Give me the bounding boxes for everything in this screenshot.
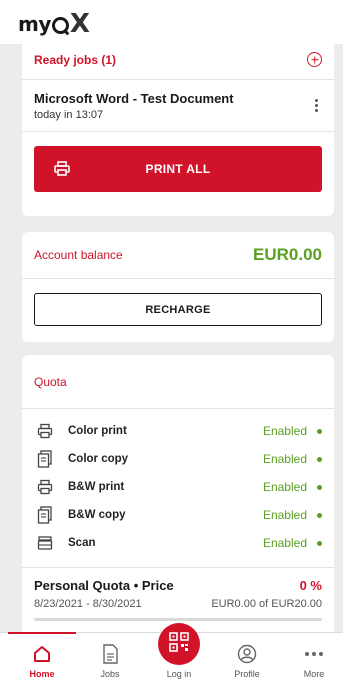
status-enabled: Enabled [262, 508, 307, 522]
bottom-nav: Home Jobs Log in Profile More [0, 623, 343, 689]
nav-home[interactable]: Home [8, 633, 76, 689]
printer-icon [34, 478, 56, 496]
nav-jobs[interactable]: Jobs [76, 633, 144, 689]
quota-list: Color print Enabled Color copy Enabled B… [22, 409, 334, 568]
status-dot [317, 512, 322, 518]
scanner-icon [34, 534, 56, 552]
nav-profile[interactable]: Profile [213, 633, 281, 689]
print-all-button[interactable]: PRINT ALL [34, 146, 322, 192]
personal-quota-percent: 0 % [299, 578, 322, 593]
account-balance-title: Account balance [34, 248, 123, 262]
printer-icon [34, 422, 56, 440]
app-header: my X [0, 0, 343, 44]
ready-jobs-title: Ready jobs (1) [34, 52, 117, 67]
job-time: today in 13:07 [34, 108, 104, 121]
nav-login[interactable]: Log in [145, 633, 213, 689]
print-all-label: PRINT ALL [145, 162, 211, 176]
quota-title: Quota [34, 374, 67, 389]
status-dot [317, 484, 322, 490]
status-enabled: Enabled [262, 480, 307, 494]
job-name: Microsoft Word - Test Document [34, 90, 234, 106]
job-item[interactable]: Microsoft Word - Test Document today in … [22, 80, 334, 132]
quota-item-bw-print: B&W print Enabled [34, 473, 322, 501]
personal-quota-amount: EUR0.00 of EUR20.00 [211, 598, 322, 610]
quota-card: Quota Color print Enabled Color copy Ena… [22, 355, 334, 632]
recharge-button[interactable]: RECHARGE [34, 293, 322, 326]
quota-item-color-print: Color print Enabled [34, 417, 322, 445]
status-enabled: Enabled [262, 452, 307, 466]
status-dot [317, 428, 322, 434]
account-balance-card: Account balance EUR0.00 RECHARGE [22, 232, 334, 342]
copy-icon [34, 450, 56, 468]
balance-value: EUR0.00 [253, 245, 322, 264]
printer-icon [54, 161, 70, 179]
add-job-icon[interactable] [307, 52, 322, 67]
job-options-icon[interactable] [311, 95, 322, 116]
quota-item-color-copy: Color copy Enabled [34, 445, 322, 473]
status-enabled: Enabled [262, 536, 307, 550]
nav-more[interactable]: More [280, 633, 343, 689]
myq-logo: my X [18, 9, 90, 39]
personal-quota[interactable]: Personal Quota • Price 0 % 8/23/2021 - 8… [22, 568, 334, 627]
more-icon [304, 643, 324, 665]
ready-jobs-card: Ready jobs (1) Microsoft Word - Test Doc… [22, 40, 334, 216]
personal-quota-dates: 8/23/2021 - 8/30/2021 [34, 598, 142, 610]
personal-quota-title: Personal Quota • Price [34, 578, 174, 593]
personal-quota-progress [34, 618, 322, 621]
quota-item-scan: Scan Enabled [34, 529, 322, 557]
profile-icon [237, 643, 257, 665]
home-icon [32, 643, 52, 665]
status-enabled: Enabled [262, 424, 307, 438]
status-dot [317, 456, 322, 462]
status-dot [317, 540, 322, 546]
quota-item-bw-copy: B&W copy Enabled [34, 501, 322, 529]
jobs-icon [101, 643, 119, 665]
copy-icon [34, 506, 56, 524]
